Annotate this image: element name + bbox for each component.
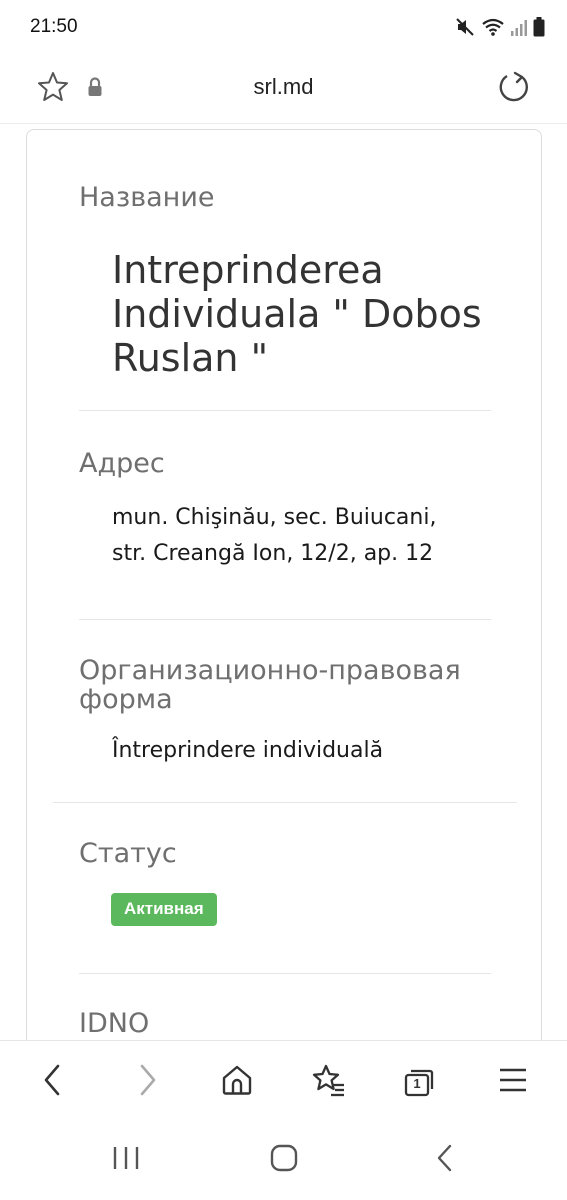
status-bar: 21:50 <box>0 0 567 54</box>
system-nav-bar <box>0 1122 567 1200</box>
status-icons <box>455 17 545 37</box>
address-label: Адрес <box>79 448 165 479</box>
url-text[interactable]: srl.md <box>0 74 567 100</box>
battery-icon <box>533 17 545 37</box>
company-name: Intreprinderea Individuala " Dobos Rusla… <box>112 248 512 380</box>
status-label: Статус <box>79 838 177 869</box>
recent-apps-button[interactable] <box>101 1138 151 1182</box>
wifi-icon <box>481 17 505 37</box>
idno-label: IDNO <box>79 1008 150 1039</box>
divider <box>53 802 517 803</box>
browser-toolbar: 1 <box>0 1040 567 1122</box>
back-icon <box>433 1143 457 1177</box>
mute-icon <box>455 17 475 37</box>
page-content: Название Intreprinderea Individuala " Do… <box>0 125 567 1040</box>
home-icon <box>269 1143 299 1177</box>
status-badge: Активная <box>111 893 217 926</box>
legal-form-label: Организационно-правовая форма <box>79 655 519 716</box>
signal-icon <box>511 18 527 36</box>
home-icon <box>220 1063 254 1101</box>
company-card: Название Intreprinderea Individuala " Do… <box>26 129 542 1040</box>
forward-icon <box>132 1063 162 1101</box>
tabs-count: 1 <box>413 1076 421 1091</box>
forward-button[interactable] <box>124 1059 170 1105</box>
reload-icon[interactable] <box>497 71 531 108</box>
company-name-line: Ruslan " <box>112 336 269 380</box>
recent-apps-icon <box>111 1145 141 1175</box>
system-home-button[interactable] <box>259 1138 309 1182</box>
divider <box>79 973 491 974</box>
home-button[interactable] <box>214 1059 260 1105</box>
status-time: 21:50 <box>30 16 78 37</box>
legal-form-label-line: форма <box>79 684 173 715</box>
browser-address-bar: srl.md <box>0 56 567 124</box>
back-button[interactable] <box>30 1059 76 1105</box>
legal-form-value: Întreprindere individuală <box>112 738 384 763</box>
back-icon <box>38 1063 68 1101</box>
divider <box>79 410 491 411</box>
address-line: mun. Chişinău, sec. Buiucani, <box>112 505 437 530</box>
company-name-line: Intreprinderea <box>112 248 384 292</box>
menu-button[interactable] <box>490 1059 536 1105</box>
company-name-line: Individuala " Dobos <box>112 292 482 336</box>
divider <box>79 619 491 620</box>
legal-form-label-line: Организационно-правовая <box>79 655 461 686</box>
tabs-button[interactable]: 1 <box>396 1059 442 1105</box>
address-line: str. Creangă Ion, 12/2, ap. 12 <box>112 541 434 566</box>
menu-icon <box>498 1066 528 1098</box>
tabs-icon: 1 <box>402 1065 436 1099</box>
name-label: Название <box>79 182 215 213</box>
address-value: mun. Chişinău, sec. Buiucani, str. Crean… <box>112 500 512 572</box>
bookmarks-button[interactable] <box>306 1059 352 1105</box>
system-back-button[interactable] <box>420 1138 470 1182</box>
bookmarks-icon <box>311 1063 347 1101</box>
